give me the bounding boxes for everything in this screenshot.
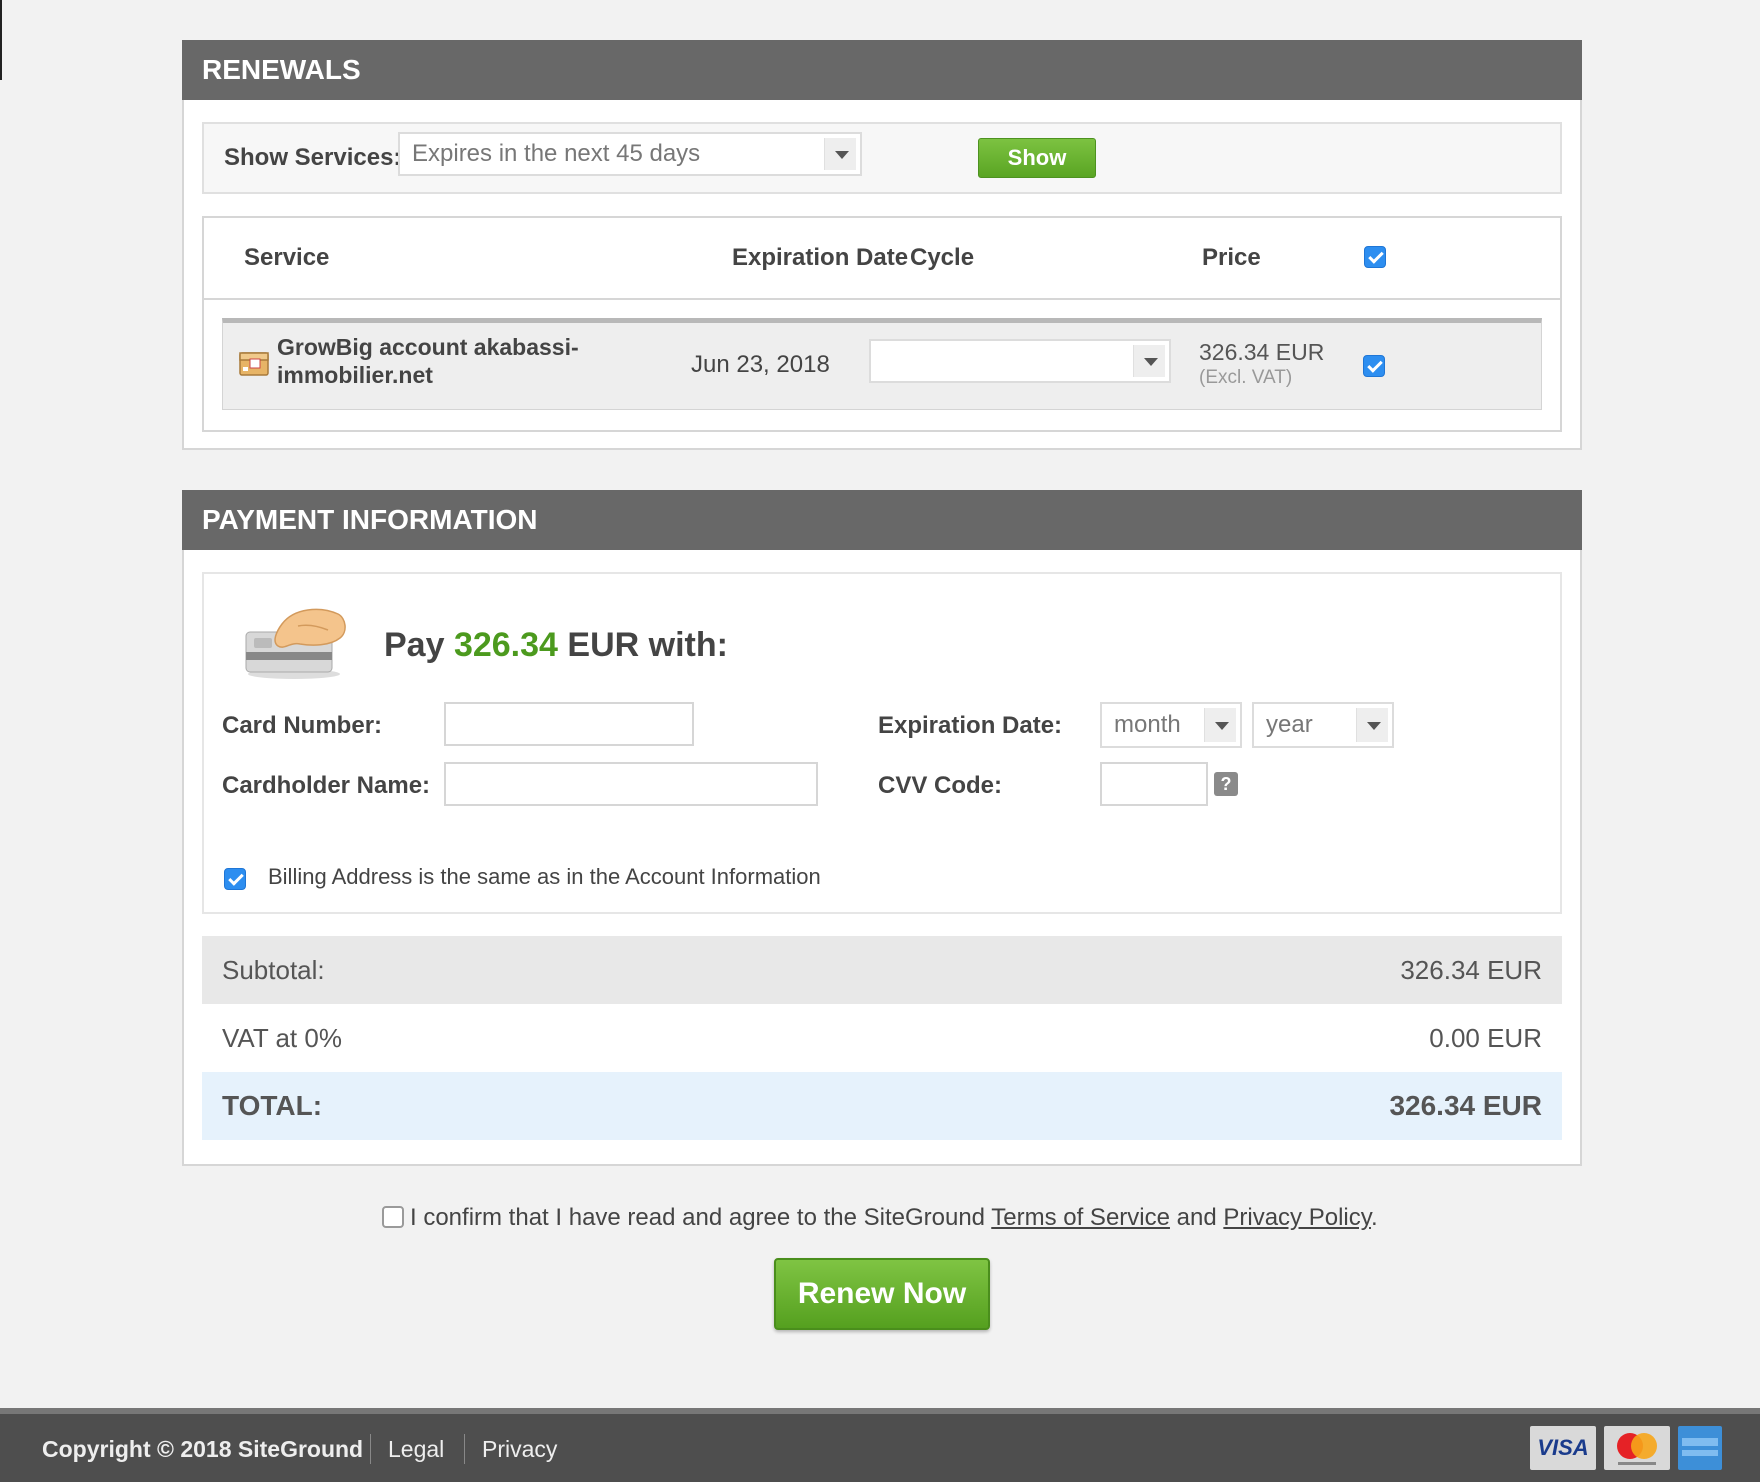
chevron-down-icon xyxy=(1204,708,1236,742)
vat-value: 0.00 EUR xyxy=(1429,1023,1542,1053)
subtotal-value: 326.34 EUR xyxy=(1400,955,1542,985)
vat-row: VAT at 0% 0.00 EUR xyxy=(202,1004,1562,1072)
terms-confirmation: I confirm that I have read and agree to … xyxy=(382,1204,1378,1232)
privacy-link[interactable]: Privacy xyxy=(482,1436,557,1463)
payment-panel: PAYMENT INFORMATION Pay 326.34 EUR with:… xyxy=(182,490,1582,1166)
package-icon xyxy=(239,352,269,376)
column-header-expiration: Expiration Date xyxy=(732,244,909,271)
cvv-label: CVV Code: xyxy=(878,772,1003,799)
chevron-down-icon xyxy=(1133,345,1165,377)
privacy-policy-link[interactable]: Privacy Policy xyxy=(1223,1204,1371,1231)
total-row: TOTAL: 326.34 EUR xyxy=(202,1072,1562,1140)
show-services-label: Show Services: xyxy=(224,144,402,171)
service-expiration: Jun 23, 2018 xyxy=(691,351,830,378)
service-filter-bar: Show Services: Expires in the next 45 da… xyxy=(202,122,1562,194)
subtotal-label: Subtotal: xyxy=(222,955,325,985)
footer-separator xyxy=(370,1434,371,1464)
expiration-date-label: Expiration Date: xyxy=(878,712,1063,739)
renewals-panel: RENEWALS Show Services: Expires in the n… xyxy=(182,40,1582,450)
credit-card-hand-icon xyxy=(245,608,346,679)
total-label: TOTAL: xyxy=(222,1090,323,1121)
terms-checkbox[interactable] xyxy=(382,1206,404,1228)
chevron-down-icon xyxy=(824,138,856,170)
select-all-checkbox[interactable] xyxy=(1364,246,1386,268)
pay-prefix: Pay xyxy=(384,626,445,664)
footer: Copyright © 2018 SiteGround Legal Privac… xyxy=(0,1408,1760,1482)
renewals-title: RENEWALS xyxy=(182,40,1582,100)
renew-now-button[interactable]: Renew Now xyxy=(774,1258,990,1330)
total-value: 326.34 EUR xyxy=(1389,1090,1542,1121)
terms-of-service-link[interactable]: Terms of Service xyxy=(991,1204,1170,1231)
card-number-input[interactable] xyxy=(444,702,694,746)
terms-period: . xyxy=(1370,1204,1378,1231)
column-header-cycle: Cycle xyxy=(910,244,975,271)
cardholder-name-label: Cardholder Name: xyxy=(222,772,431,799)
cardholder-name-input[interactable] xyxy=(444,762,818,806)
footer-separator xyxy=(464,1434,465,1464)
column-header-service: Service xyxy=(244,244,330,271)
service-name-line1: GrowBig account akabassi- xyxy=(277,334,579,360)
amex-logo xyxy=(1678,1426,1722,1470)
payment-form: Pay 326.34 EUR with: Card Number: Cardho… xyxy=(202,572,1562,914)
expiry-year-value: year xyxy=(1266,711,1313,738)
mastercard-logo xyxy=(1604,1426,1670,1470)
service-price: 326.34 EUR xyxy=(1199,339,1325,365)
service-name-line2: immobilier.net xyxy=(277,362,433,388)
cvv-input[interactable] xyxy=(1100,762,1208,806)
terms-and: and xyxy=(1176,1204,1217,1231)
visa-logo: VISA xyxy=(1530,1426,1596,1470)
vat-label: VAT at 0% xyxy=(222,1023,342,1053)
pay-amount: 326.34 xyxy=(453,626,558,664)
expiry-year-select[interactable]: year xyxy=(1252,702,1394,748)
expiry-filter-value: Expires in the next 45 days xyxy=(412,140,701,167)
chevron-down-icon xyxy=(1356,708,1388,742)
column-header-price: Price xyxy=(1202,244,1261,271)
help-icon[interactable]: ? xyxy=(1214,772,1238,796)
expiry-filter-select[interactable]: Expires in the next 45 days xyxy=(398,132,862,176)
subtotal-row: Subtotal: 326.34 EUR xyxy=(202,936,1562,1004)
cycle-select[interactable] xyxy=(869,339,1171,383)
billing-same-label: Billing Address is the same as in the Ac… xyxy=(268,864,821,889)
show-button[interactable]: Show xyxy=(978,138,1096,178)
row-select-checkbox[interactable] xyxy=(1363,355,1385,377)
payment-title: PAYMENT INFORMATION xyxy=(182,490,1582,550)
billing-same-checkbox[interactable] xyxy=(224,868,246,890)
legal-link[interactable]: Legal xyxy=(388,1436,444,1463)
service-name: GrowBig account akabassi- immobilier.net xyxy=(277,333,579,389)
pay-suffix: EUR with: xyxy=(567,626,728,664)
expiry-month-select[interactable]: month xyxy=(1100,702,1242,748)
expiry-month-value: month xyxy=(1114,711,1181,738)
card-number-label: Card Number: xyxy=(222,712,383,739)
terms-text: I confirm that I have read and agree to … xyxy=(410,1204,986,1231)
price-vat-note: (Excl. VAT) xyxy=(1199,367,1293,388)
table-row: GrowBig account akabassi- immobilier.net… xyxy=(222,318,1542,410)
services-table: Service Expiration Date Cycle Price Grow… xyxy=(202,216,1562,432)
window-edge xyxy=(0,0,2,80)
copyright-text: Copyright © 2018 SiteGround xyxy=(42,1436,364,1462)
table-divider xyxy=(204,298,1560,300)
pay-amount-heading: Pay 326.34 EUR with: xyxy=(384,626,728,665)
